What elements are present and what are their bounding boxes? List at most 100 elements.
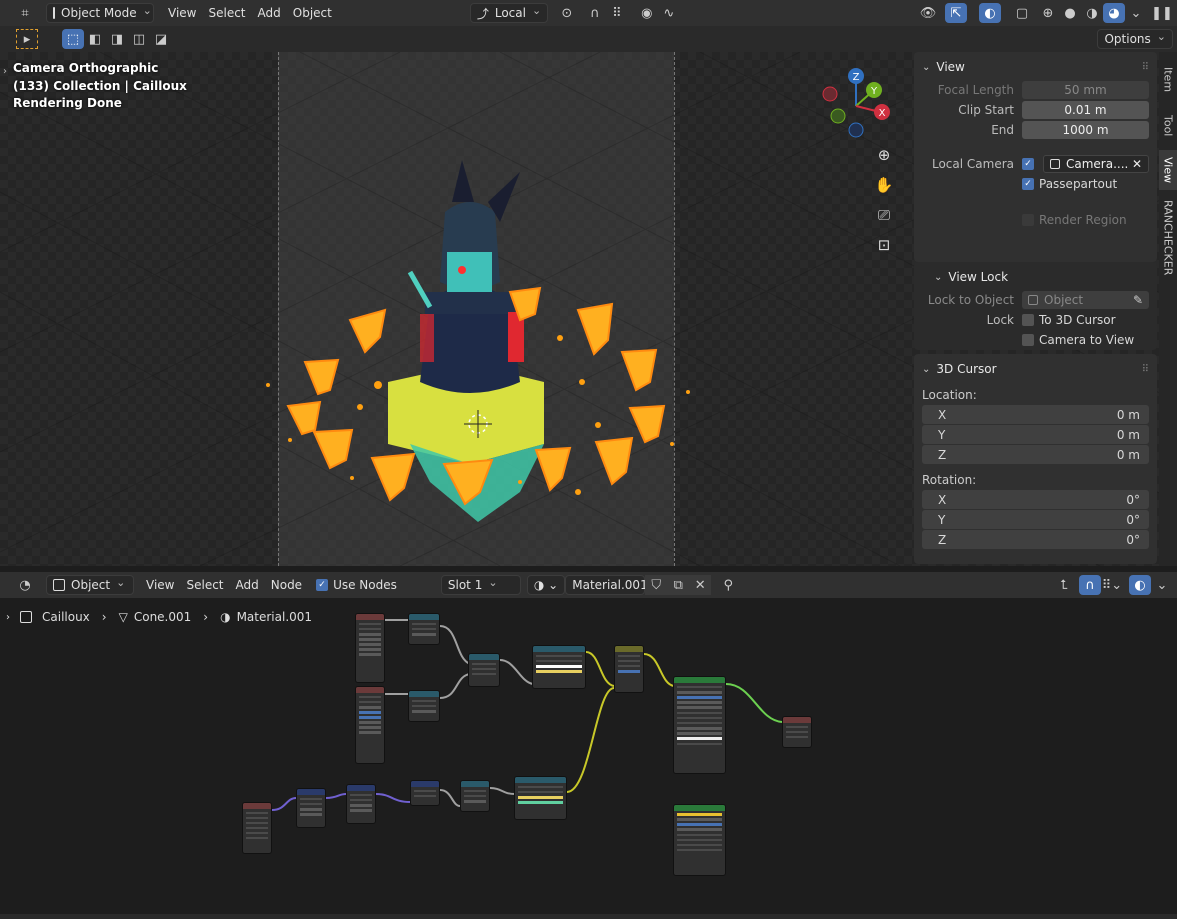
lock-to-object-field[interactable]: Object ✎ bbox=[1022, 291, 1149, 309]
overlays-toggle-icon[interactable]: ◐ bbox=[979, 3, 1001, 23]
cursor-rotation-y[interactable]: Y 0° bbox=[922, 510, 1149, 529]
camera-view-icon[interactable]: ⎚ bbox=[874, 206, 894, 226]
tab-tool[interactable]: Tool bbox=[1159, 106, 1177, 146]
editor-type-icon[interactable]: ⌗ bbox=[14, 3, 36, 23]
node-vector-math-2[interactable] bbox=[355, 686, 385, 764]
zoom-icon[interactable]: ⊕ bbox=[874, 146, 894, 166]
node-color-ramp-2[interactable] bbox=[514, 776, 567, 820]
cursor-rotation-x[interactable]: X 0° bbox=[922, 490, 1149, 509]
node-menu-view[interactable]: View bbox=[140, 575, 180, 595]
eyedropper-icon[interactable]: ✎ bbox=[1133, 293, 1143, 307]
navigation-gizmo[interactable]: Z Y X bbox=[818, 64, 898, 144]
xray-icon[interactable]: ▢ bbox=[1011, 3, 1033, 23]
node-subtract[interactable] bbox=[296, 788, 326, 828]
clip-end-field[interactable]: 1000 m bbox=[1022, 121, 1149, 139]
left-panel-toggle-icon[interactable]: › bbox=[3, 66, 7, 77]
select-new-icon[interactable]: ⬚ bbox=[62, 29, 84, 49]
pan-hand-icon[interactable]: ✋ bbox=[874, 176, 894, 196]
drag-handle-icon[interactable]: ⠿ bbox=[1142, 364, 1149, 375]
shading-solid-icon[interactable]: ● bbox=[1059, 3, 1081, 23]
node-invert-map[interactable] bbox=[408, 613, 440, 645]
node-menu-add[interactable]: Add bbox=[230, 575, 265, 595]
unlink-material-icon[interactable]: ✕ bbox=[689, 575, 712, 595]
menu-object[interactable]: Object bbox=[287, 3, 338, 23]
node-vector-math-distance[interactable] bbox=[355, 613, 385, 683]
slot-dropdown[interactable]: Slot 1 bbox=[440, 575, 521, 595]
select-tool-icon[interactable]: ▸ bbox=[16, 29, 38, 49]
pin-icon[interactable]: ⚲ bbox=[717, 575, 739, 595]
editor-type-icon[interactable]: ◔ bbox=[14, 575, 36, 595]
menu-add[interactable]: Add bbox=[252, 3, 287, 23]
select-subtract-icon[interactable]: ◨ bbox=[106, 29, 128, 49]
shading-material-icon[interactable]: ◑ bbox=[1081, 3, 1103, 23]
cursor-location-z[interactable]: Z 0 m bbox=[922, 445, 1149, 464]
select-difference-icon[interactable]: ◫ bbox=[128, 29, 150, 49]
node-overlays-dropdown-icon[interactable]: ⌄ bbox=[1151, 575, 1173, 595]
local-camera-field[interactable]: Camera.... ✕ bbox=[1043, 155, 1149, 173]
render-region-checkbox[interactable] bbox=[1022, 214, 1034, 226]
snap-increment-icon[interactable]: ⠿ bbox=[606, 3, 628, 23]
shading-wireframe-icon[interactable]: ⊕ bbox=[1037, 3, 1059, 23]
pause-render-icon[interactable]: ❚❚ bbox=[1151, 3, 1173, 23]
node-snap-icon[interactable]: ∩ bbox=[1079, 575, 1101, 595]
falloff-icon[interactable]: ∿ bbox=[658, 3, 680, 23]
view-panel-header[interactable]: ⌄ View ⠿ bbox=[922, 58, 1149, 76]
clear-icon[interactable]: ✕ bbox=[1132, 157, 1142, 171]
node-texture-coordinate[interactable] bbox=[242, 802, 272, 854]
tab-view[interactable]: View bbox=[1159, 150, 1177, 190]
focal-length-field[interactable]: 50 mm bbox=[1022, 81, 1149, 99]
node-material-output[interactable] bbox=[782, 716, 812, 748]
shading-rendered-icon[interactable]: ◕ bbox=[1103, 3, 1125, 23]
node-principled-bsdf-2[interactable] bbox=[673, 804, 726, 876]
3d-cursor-header[interactable]: ⌄ 3D Cursor ⠿ bbox=[922, 360, 1149, 378]
gizmo-toggle-icon[interactable]: ⇱ bbox=[945, 3, 967, 23]
snap-icon[interactable]: ∩ bbox=[584, 3, 606, 23]
cursor-rotation-z[interactable]: Z 0° bbox=[922, 530, 1149, 549]
mode-dropdown[interactable]: Object Mode bbox=[46, 3, 154, 23]
view-lock-header[interactable]: ⌄ View Lock bbox=[922, 268, 1149, 286]
fake-user-shield-icon[interactable]: ⛉ bbox=[645, 575, 668, 595]
menu-view[interactable]: View bbox=[162, 3, 202, 23]
cursor-location-x[interactable]: X 0 m bbox=[922, 405, 1149, 424]
select-extend-icon[interactable]: ◧ bbox=[84, 29, 106, 49]
node-menu-node[interactable]: Node bbox=[265, 575, 308, 595]
node-color-ramp-1[interactable] bbox=[532, 645, 586, 689]
material-browse-button[interactable]: ◑ ⌄ bbox=[526, 575, 566, 595]
node-menu-select[interactable]: Select bbox=[180, 575, 229, 595]
shader-type-dropdown[interactable]: Object bbox=[46, 575, 134, 595]
proportional-edit-icon[interactable]: ◉ bbox=[636, 3, 658, 23]
options-dropdown[interactable]: Options bbox=[1097, 29, 1173, 49]
select-intersect-icon[interactable]: ◪ bbox=[150, 29, 172, 49]
cursor-location-y[interactable]: Y 0 m bbox=[922, 425, 1149, 444]
drag-handle-icon[interactable]: ⠿ bbox=[1142, 62, 1149, 73]
node-snap-mode-icon[interactable]: ⠿⌄ bbox=[1101, 575, 1123, 595]
tab-ranchecker[interactable]: RANCHECKER bbox=[1159, 196, 1177, 280]
menu-select[interactable]: Select bbox=[202, 3, 251, 23]
use-nodes-checkbox[interactable]: ✓ bbox=[316, 579, 329, 591]
lock-camera-icon[interactable]: ⊡ bbox=[874, 236, 894, 256]
node-overlays-icon[interactable]: ◐ bbox=[1129, 575, 1151, 595]
render-region-label: Render Region bbox=[1039, 213, 1127, 227]
use-nodes-toggle[interactable]: ✓ Use Nodes bbox=[310, 575, 403, 595]
pivot-point-icon[interactable]: ⊙ bbox=[556, 3, 578, 23]
visibility-icon[interactable]: 👁 bbox=[917, 3, 939, 23]
node-principled-bsdf[interactable] bbox=[673, 676, 726, 774]
node-mix-multiply[interactable] bbox=[614, 645, 644, 693]
node-math-multiply[interactable] bbox=[468, 653, 500, 687]
node-editor-canvas[interactable]: › Cailloux › ▽ Cone.001 › ◑ Material.001 bbox=[0, 598, 1177, 914]
passepartout-checkbox[interactable]: ✓ bbox=[1022, 178, 1034, 190]
transform-orientation-dropdown[interactable]: ⤴ Local bbox=[469, 3, 548, 23]
shading-options-icon[interactable]: ⌄ bbox=[1125, 3, 1147, 23]
tab-item[interactable]: Item bbox=[1159, 60, 1177, 100]
local-camera-checkbox[interactable]: ✓ bbox=[1022, 158, 1034, 170]
duplicate-material-icon[interactable]: ⧉ bbox=[667, 575, 690, 595]
node-separate-xyz[interactable] bbox=[410, 780, 440, 806]
node-add[interactable] bbox=[460, 780, 490, 812]
node-multiply-vector[interactable] bbox=[346, 784, 376, 824]
parent-node-tree-icon[interactable]: ⮤ bbox=[1053, 575, 1075, 595]
camera-to-view-checkbox[interactable] bbox=[1022, 334, 1034, 346]
clip-start-field[interactable]: 0.01 m bbox=[1022, 101, 1149, 119]
to-3d-cursor-checkbox[interactable] bbox=[1022, 314, 1034, 326]
material-name-field[interactable]: Material.001 bbox=[565, 575, 648, 595]
node-map-range-2[interactable] bbox=[408, 690, 440, 722]
